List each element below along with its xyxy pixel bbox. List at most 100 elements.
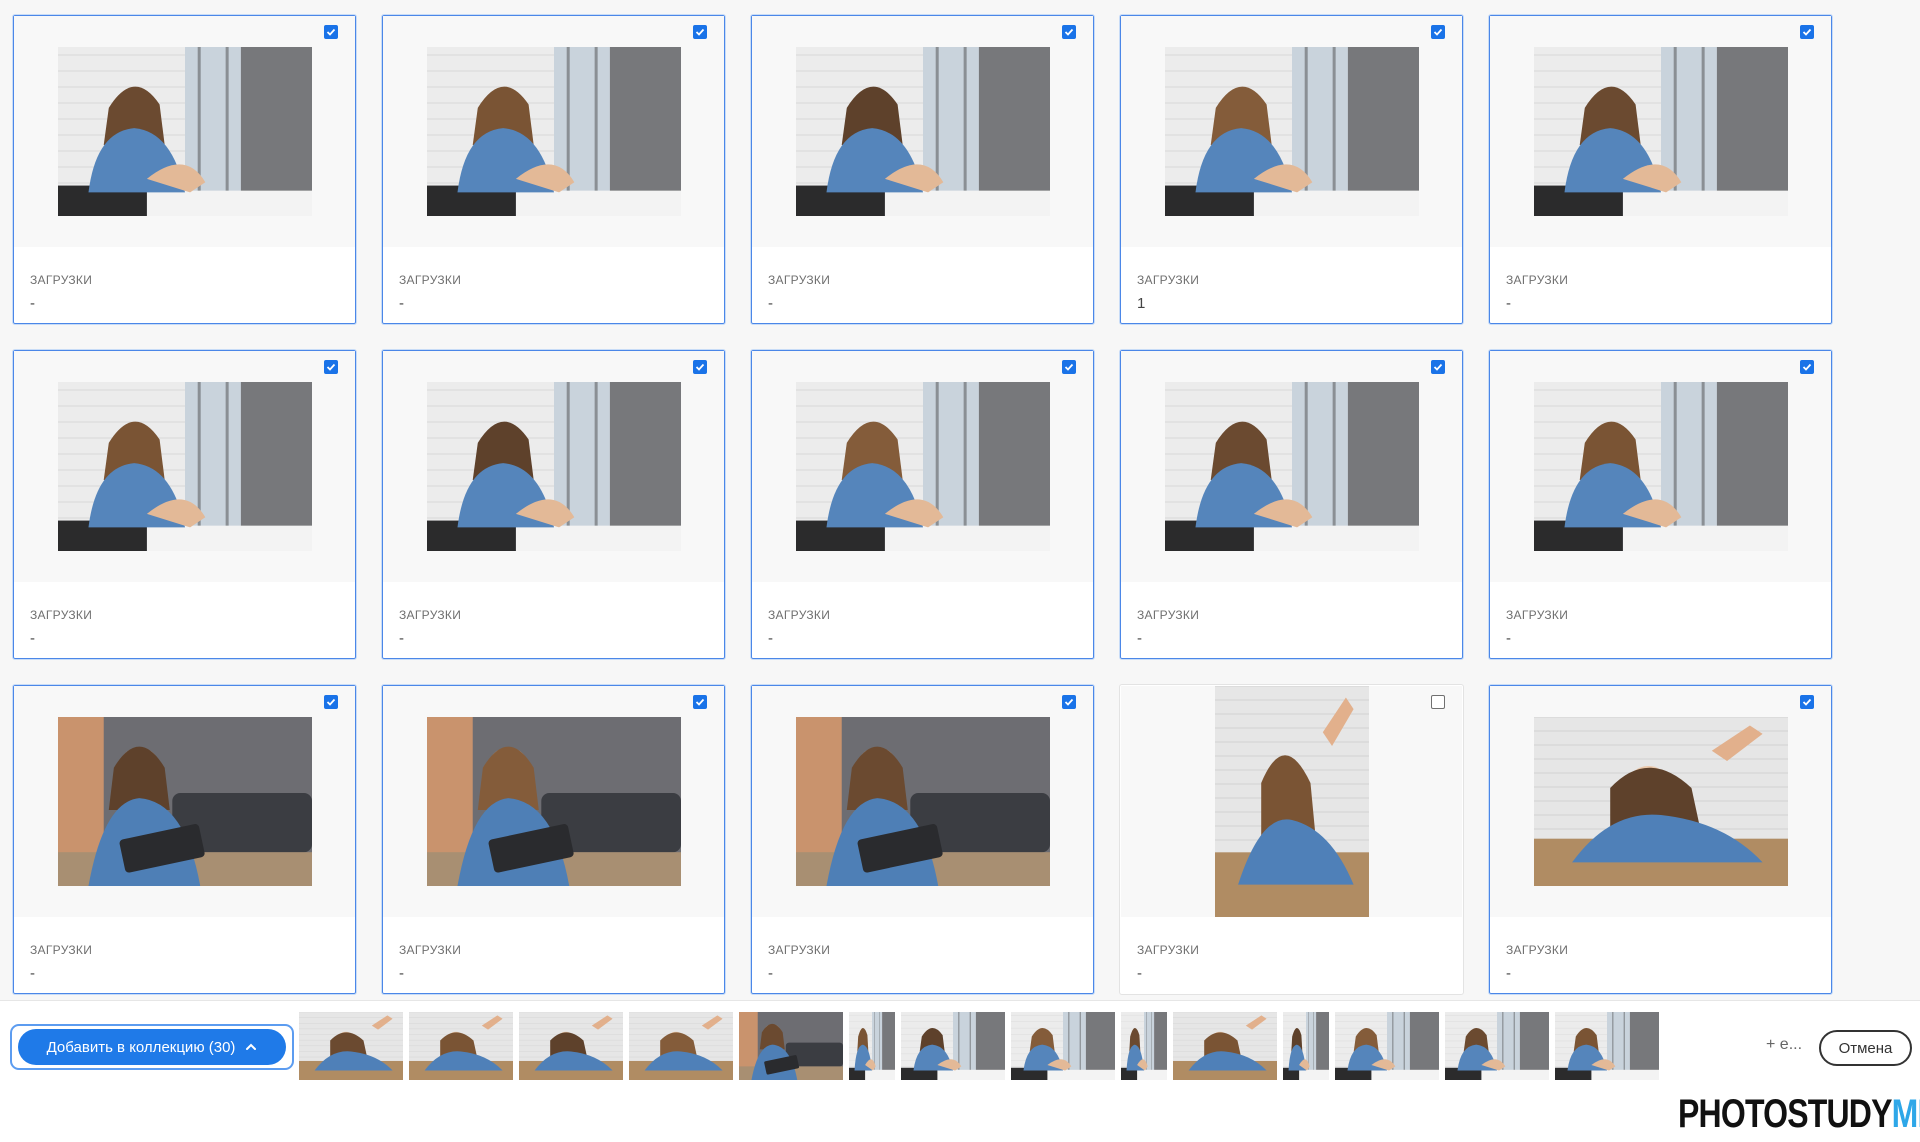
select-checkbox-checked[interactable] [693, 360, 707, 374]
photo-thumbnail[interactable] [426, 717, 681, 886]
select-checkbox-checked[interactable] [324, 695, 338, 709]
photo-thumbnail[interactable] [1533, 717, 1788, 886]
select-checkbox-checked[interactable] [1431, 25, 1445, 39]
strip-thumbnail[interactable] [299, 1012, 403, 1080]
photo-thumbnail-area [383, 16, 724, 247]
checkmark-icon [1802, 28, 1812, 36]
photo-thumbnail[interactable] [1533, 47, 1788, 216]
strip-thumbnail[interactable] [519, 1012, 623, 1080]
strip-thumbnail[interactable] [739, 1012, 843, 1080]
select-checkbox-checked[interactable] [1800, 695, 1814, 709]
photo-card[interactable]: ЗАГРУЗКИ - [381, 349, 726, 660]
photo-card[interactable]: ЗАГРУЗКИ - [750, 349, 1095, 660]
downloads-value: - [399, 295, 404, 312]
select-checkbox-checked[interactable] [1800, 360, 1814, 374]
downloads-value: - [30, 965, 35, 982]
strip-thumbnail[interactable] [901, 1012, 1005, 1080]
photo-card[interactable]: ЗАГРУЗКИ - [12, 349, 357, 660]
photo-thumbnail[interactable] [57, 717, 312, 886]
downloads-value: 1 [1137, 295, 1146, 312]
checkmark-icon [1433, 28, 1443, 36]
select-checkbox-checked[interactable] [1062, 695, 1076, 709]
photo-card[interactable]: ЗАГРУЗКИ - [1119, 684, 1464, 995]
photo-thumbnail-area [1121, 686, 1462, 917]
strip-thumbnail[interactable] [1445, 1012, 1549, 1080]
strip-thumbnail[interactable] [1121, 1012, 1167, 1080]
select-checkbox-checked[interactable] [324, 360, 338, 374]
photo-card[interactable]: ЗАГРУЗКИ 1 [1119, 14, 1464, 325]
downloads-label: ЗАГРУЗКИ [1506, 273, 1569, 287]
downloads-label: ЗАГРУЗКИ [399, 608, 462, 622]
photo-thumbnail[interactable] [426, 382, 681, 551]
photo-thumbnail-area [1490, 686, 1831, 917]
strip-thumbnail[interactable] [1173, 1012, 1277, 1080]
more-thumbnails-indicator[interactable]: + е... [1766, 1036, 1802, 1054]
photo-thumbnail[interactable] [1214, 686, 1369, 917]
downloads-label: ЗАГРУЗКИ [30, 273, 93, 287]
checkmark-icon [695, 28, 705, 36]
select-checkbox-checked[interactable] [1800, 25, 1814, 39]
photo-card[interactable]: ЗАГРУЗКИ - [750, 684, 1095, 995]
photo-thumbnail[interactable] [1164, 47, 1419, 216]
add-to-collection-focus-ring: Добавить в коллекцию (30) [10, 1024, 294, 1070]
select-checkbox-checked[interactable] [1062, 25, 1076, 39]
strip-thumbnail[interactable] [1011, 1012, 1115, 1080]
photostudyme-logo: PHOTOSTUDYME [1678, 1092, 1920, 1137]
photo-thumbnail-area [1490, 351, 1831, 582]
photo-thumbnail[interactable] [1533, 382, 1788, 551]
add-to-collection-button[interactable]: Добавить в коллекцию (30) [18, 1029, 286, 1065]
photo-card[interactable]: ЗАГРУЗКИ - [1119, 349, 1464, 660]
downloads-label: ЗАГРУЗКИ [1137, 943, 1200, 957]
photo-thumbnail-area [1490, 16, 1831, 247]
strip-thumbnail[interactable] [629, 1012, 733, 1080]
select-checkbox-checked[interactable] [1062, 360, 1076, 374]
strip-thumbnail[interactable] [1335, 1012, 1439, 1080]
downloads-label: ЗАГРУЗКИ [1506, 943, 1569, 957]
checkmark-icon [326, 363, 336, 371]
checkmark-icon [1064, 363, 1074, 371]
photo-card[interactable]: ЗАГРУЗКИ - [381, 14, 726, 325]
checkmark-icon [1064, 28, 1074, 36]
select-checkbox-checked[interactable] [1431, 360, 1445, 374]
logo-text-photostudy: PHOTOSTUDY [1678, 1092, 1892, 1136]
logo-text-me: ME [1891, 1092, 1920, 1136]
downloads-label: ЗАГРУЗКИ [1137, 273, 1200, 287]
downloads-label: ЗАГРУЗКИ [1137, 608, 1200, 622]
select-checkbox-checked[interactable] [693, 25, 707, 39]
photo-card[interactable]: ЗАГРУЗКИ - [1488, 14, 1833, 325]
photo-thumbnail[interactable] [57, 47, 312, 216]
checkmark-icon [1433, 363, 1443, 371]
downloads-label: ЗАГРУЗКИ [30, 943, 93, 957]
strip-thumbnail[interactable] [849, 1012, 895, 1080]
select-checkbox-unchecked[interactable] [1431, 695, 1445, 709]
photo-card[interactable]: ЗАГРУЗКИ - [750, 14, 1095, 325]
checkmark-icon [695, 363, 705, 371]
photo-thumbnail[interactable] [795, 717, 1050, 886]
strip-thumbnail[interactable] [1555, 1012, 1659, 1080]
downloads-value: - [1506, 295, 1511, 312]
selection-bar: Добавить в коллекцию (30) + е... Отмена … [0, 1000, 1920, 1142]
photo-card[interactable]: ЗАГРУЗКИ - [12, 684, 357, 995]
downloads-value: - [768, 295, 773, 312]
photo-card[interactable]: ЗАГРУЗКИ - [1488, 684, 1833, 995]
photo-thumbnail[interactable] [795, 47, 1050, 216]
photo-thumbnail[interactable] [426, 47, 681, 216]
downloads-value: - [30, 295, 35, 312]
photo-thumbnail-area [1121, 351, 1462, 582]
photo-card[interactable]: ЗАГРУЗКИ - [12, 14, 357, 325]
selected-thumbnails-strip [299, 1012, 1659, 1080]
select-checkbox-checked[interactable] [324, 25, 338, 39]
strip-thumbnail[interactable] [409, 1012, 513, 1080]
photo-thumbnail-area [14, 16, 355, 247]
photo-thumbnail[interactable] [57, 382, 312, 551]
downloads-value: - [30, 630, 35, 647]
strip-thumbnail[interactable] [1283, 1012, 1329, 1080]
photo-thumbnail[interactable] [795, 382, 1050, 551]
photo-thumbnail[interactable] [1164, 382, 1419, 551]
photo-card[interactable]: ЗАГРУЗКИ - [381, 684, 726, 995]
cancel-button[interactable]: Отмена [1819, 1030, 1912, 1066]
photo-thumbnail-area [14, 686, 355, 917]
photo-card[interactable]: ЗАГРУЗКИ - [1488, 349, 1833, 660]
select-checkbox-checked[interactable] [693, 695, 707, 709]
downloads-label: ЗАГРУЗКИ [399, 273, 462, 287]
